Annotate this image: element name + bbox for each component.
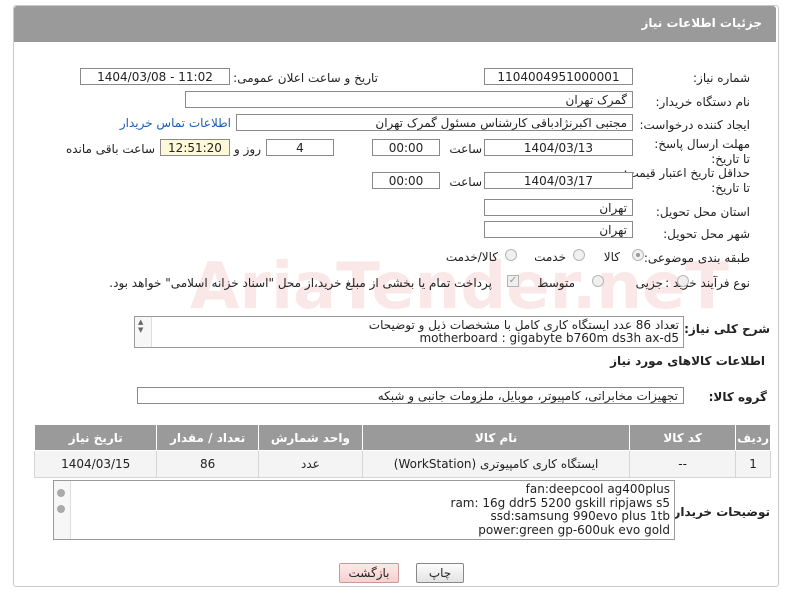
category-label: طبقه بندی موضوعی: bbox=[643, 251, 750, 265]
notes-line-1: fan:deepcool ag400plus bbox=[525, 482, 670, 496]
category-radio-goods[interactable] bbox=[632, 249, 644, 261]
category-option-goods: کالا bbox=[603, 250, 620, 264]
reply-time-field[interactable]: 00:00 bbox=[372, 139, 440, 156]
back-button[interactable]: بازگشت bbox=[339, 563, 399, 583]
category-radio-service[interactable] bbox=[573, 249, 585, 261]
price-validity-label: حداقل تاریخ اعتبار قیمت: تا تاریخ: bbox=[623, 166, 750, 195]
need-number-field[interactable]: 1104004951000001 bbox=[484, 68, 633, 85]
col-header-unit: واحد شمارش bbox=[257, 424, 364, 451]
delivery-city-label: شهر محل تحویل: bbox=[663, 227, 750, 241]
notes-line-3: ssd:samsung 990evo plus 1tb bbox=[490, 509, 670, 523]
col-header-item-name: نام کالا bbox=[362, 424, 631, 451]
cell-row-number: 1 bbox=[735, 450, 771, 478]
cell-need-date: 1404/03/15 bbox=[33, 450, 158, 478]
reply-date-field[interactable]: 1404/03/13 bbox=[484, 139, 633, 156]
delivery-city-field[interactable]: تهران bbox=[484, 221, 633, 238]
remaining-time-field: 12:51:20 bbox=[160, 139, 230, 156]
treasury-payment-note: پرداخت تمام یا بخشی از مبلغ خرید،از محل … bbox=[109, 276, 492, 290]
reply-time-label: ساعت bbox=[449, 142, 482, 156]
col-header-quantity: تعداد / مقدار bbox=[156, 424, 259, 451]
process-radio-minor[interactable] bbox=[677, 275, 689, 287]
delivery-province-field[interactable]: تهران bbox=[484, 199, 633, 216]
requester-field[interactable]: مجتبی اکبرنژادباقی کارشناس مسئول گمرک ته… bbox=[236, 114, 633, 131]
col-header-need-date: تاریخ نیاز bbox=[33, 424, 158, 451]
process-radio-medium[interactable] bbox=[592, 275, 604, 287]
items-table: ردیف کد کالا نام کالا واحد شمارش تعداد /… bbox=[33, 424, 771, 478]
announce-datetime-field[interactable]: 1404/03/08 - 11:02 bbox=[80, 68, 230, 85]
buyer-notes-label: توضیحات خریدار: bbox=[668, 505, 770, 519]
cell-unit: عدد bbox=[257, 450, 364, 478]
price-validity-date-field[interactable]: 1404/03/17 bbox=[484, 172, 633, 189]
scroll-down-icon[interactable]: ▼ bbox=[138, 326, 143, 334]
delivery-province-label: استان محل تحویل: bbox=[655, 205, 750, 219]
cell-quantity: 86 bbox=[156, 450, 259, 478]
buyer-notes-scrollbar[interactable] bbox=[54, 481, 71, 539]
buyer-org-label: نام دستگاه خریدار: bbox=[655, 95, 751, 109]
price-validity-time-field[interactable]: 00:00 bbox=[372, 172, 440, 189]
process-option-minor: جزیی bbox=[635, 276, 663, 290]
scroll-down-dot-icon[interactable] bbox=[57, 505, 65, 513]
days-label: روز و bbox=[234, 142, 261, 156]
summary-scrollbar[interactable]: ▲ ▼ bbox=[135, 317, 152, 347]
reply-days-field[interactable]: 4 bbox=[266, 139, 334, 156]
print-button[interactable]: چاپ bbox=[416, 563, 464, 583]
treasury-payment-checkbox[interactable]: ✓ bbox=[507, 275, 519, 287]
reply-deadline-label: مهلت ارسال پاسخ: تا تاریخ: bbox=[654, 137, 750, 166]
price-validity-time-label: ساعت bbox=[449, 175, 482, 189]
cell-item-code: -- bbox=[629, 450, 737, 478]
scroll-up-dot-icon[interactable] bbox=[57, 489, 65, 497]
panel-title: جزئیات اطلاعات نیاز bbox=[641, 16, 762, 30]
summary-textarea[interactable]: ▲ ▼ تعداد 86 عدد ایستگاه کاری کامل با مش… bbox=[134, 316, 684, 348]
remaining-label: ساعت باقی مانده bbox=[65, 142, 155, 156]
process-option-medium: متوسط bbox=[537, 276, 575, 290]
goods-group-field[interactable]: تجهیزات مخابراتی، کامپیوتر، موبایل، ملزو… bbox=[137, 387, 684, 404]
category-option-service: خدمت bbox=[534, 250, 566, 264]
scroll-up-icon[interactable]: ▲ bbox=[138, 318, 143, 326]
category-option-goods-service: کالا/خدمت bbox=[445, 250, 498, 264]
col-header-row-number: ردیف bbox=[735, 424, 771, 451]
goods-group-label: گروه کالا: bbox=[708, 390, 767, 404]
notes-line-2: ram: 16g ddr5 5200 gskill ripjaws s5 bbox=[450, 495, 670, 510]
summary-line-2: motherboard : gigabyte b760m ds3h ax-d5 bbox=[419, 331, 679, 345]
notes-line-4: power:green gp-600uk evo gold bbox=[478, 522, 670, 537]
buyer-notes-textarea[interactable]: fan:deepcool ag400plus ram: 16g ddr5 520… bbox=[53, 480, 675, 540]
summary-label: شرح کلی نیاز: bbox=[684, 322, 770, 336]
buyer-contact-link[interactable]: اطلاعات تماس خریدار bbox=[120, 116, 231, 130]
announce-datetime-label: تاریخ و ساعت اعلان عمومی: bbox=[233, 71, 378, 85]
col-header-item-code: کد کالا bbox=[629, 424, 737, 451]
table-row[interactable]: 1 -- ایستگاه کاری کامپیوتری (WorkStation… bbox=[33, 450, 771, 478]
cell-item-name: ایستگاه کاری کامپیوتری (WorkStation) bbox=[362, 450, 631, 478]
table-header-row: ردیف کد کالا نام کالا واحد شمارش تعداد /… bbox=[33, 424, 771, 451]
category-radio-goods-service[interactable] bbox=[505, 249, 517, 261]
need-number-label: شماره نیاز: bbox=[693, 71, 750, 85]
buyer-org-field[interactable]: گمرک تهران bbox=[185, 91, 633, 108]
requester-label: ایجاد کننده درخواست: bbox=[639, 118, 750, 132]
goods-section-title: اطلاعات کالاهای مورد نیاز bbox=[610, 354, 765, 368]
